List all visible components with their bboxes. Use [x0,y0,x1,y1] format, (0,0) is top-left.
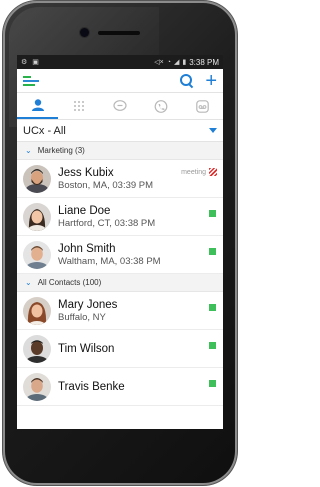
app-screen: ⚙ ▣ ◁× ◔ ◢ ▮ 3:38 PM + UCx - All ⌄ Marke… [17,55,223,429]
presence-available-icon [209,380,216,387]
chat-icon [113,100,127,111]
earpiece-speaker [98,31,140,35]
tab-dialpad[interactable] [58,93,99,119]
contact-name: Jess Kubix [58,166,114,179]
group-header-all-contacts[interactable]: ⌄ All Contacts (100) [17,274,223,292]
group-label: Marketing (3) [37,146,85,155]
contact-row-john-smith[interactable]: John Smith Waltham, MA, 03:38 PM [17,236,223,274]
image-icon: ▣ [32,59,39,66]
avatar [23,240,51,269]
contact-location: Waltham, MA, 03:38 PM [58,255,161,267]
app-bar: + [17,69,223,93]
chevron-down-icon [209,128,217,133]
dialpad-icon [73,101,84,111]
app-logo-icon[interactable] [23,75,39,87]
contact-name: Travis Benke [58,380,125,393]
contact-filter-select[interactable]: UCx - All [17,120,223,142]
voicemail-icon [196,99,209,113]
group-label: All Contacts (100) [37,278,102,287]
filter-label: UCx - All [23,124,66,137]
contact-name: Tim Wilson [58,342,115,355]
battery-icon: ▮ [182,59,187,66]
avatar [23,334,51,363]
contact-row-travis-benke[interactable]: Travis Benke [17,368,223,406]
presence-available-icon [209,210,216,217]
settings-icon: ⚙ [21,59,28,66]
front-camera [80,28,89,37]
status-bar: ⚙ ▣ ◁× ◔ ◢ ▮ 3:38 PM [17,55,223,69]
plus-icon[interactable]: + [205,71,217,91]
presence-meeting: meeting [181,168,217,176]
contact-name: John Smith [58,242,116,255]
tab-voicemail[interactable] [182,93,223,119]
contact-name: Mary Jones [58,298,118,311]
tab-chat[interactable] [99,93,140,119]
avatar [23,202,51,231]
contact-name: Liane Doe [58,204,111,217]
search-icon[interactable] [180,74,193,87]
contact-row-liane-doe[interactable]: Liane Doe Hartford, CT, 03:38 PM [17,198,223,236]
contact-location: Hartford, CT, 03:38 PM [58,217,156,229]
tab-call-history[interactable] [141,93,182,119]
meeting-status-icon [209,168,217,176]
group-header-marketing[interactable]: ⌄ Marketing (3) [17,142,223,160]
wifi-icon: ◔ [166,58,171,66]
status-time: 3:38 PM [189,57,219,67]
avatar [23,296,51,325]
chevron-down-icon: ⌄ [25,146,32,155]
contact-location: Buffalo, NY [58,311,106,323]
phone-chin [17,429,223,459]
call-history-icon [154,99,168,113]
presence-available-icon [209,248,216,255]
contact-row-mary-jones[interactable]: Mary Jones Buffalo, NY [17,292,223,330]
tab-bar [17,93,223,120]
contact-location: Boston, MA, 03:39 PM [58,179,154,191]
contacts-icon [31,99,44,111]
chevron-down-icon: ⌄ [25,278,32,287]
avatar [23,164,51,193]
presence-available-icon [209,342,216,349]
contact-row-tim-wilson[interactable]: Tim Wilson [17,330,223,368]
status-label: meeting [181,168,206,176]
tab-contacts[interactable] [17,93,59,119]
signal-icon: ◢ [173,59,180,66]
presence-available-icon [209,304,216,311]
contact-row-jess-kubix[interactable]: Jess Kubix Boston, MA, 03:39 PM meeting [17,160,223,198]
avatar [23,372,51,401]
mute-icon: ◁× [154,59,164,66]
